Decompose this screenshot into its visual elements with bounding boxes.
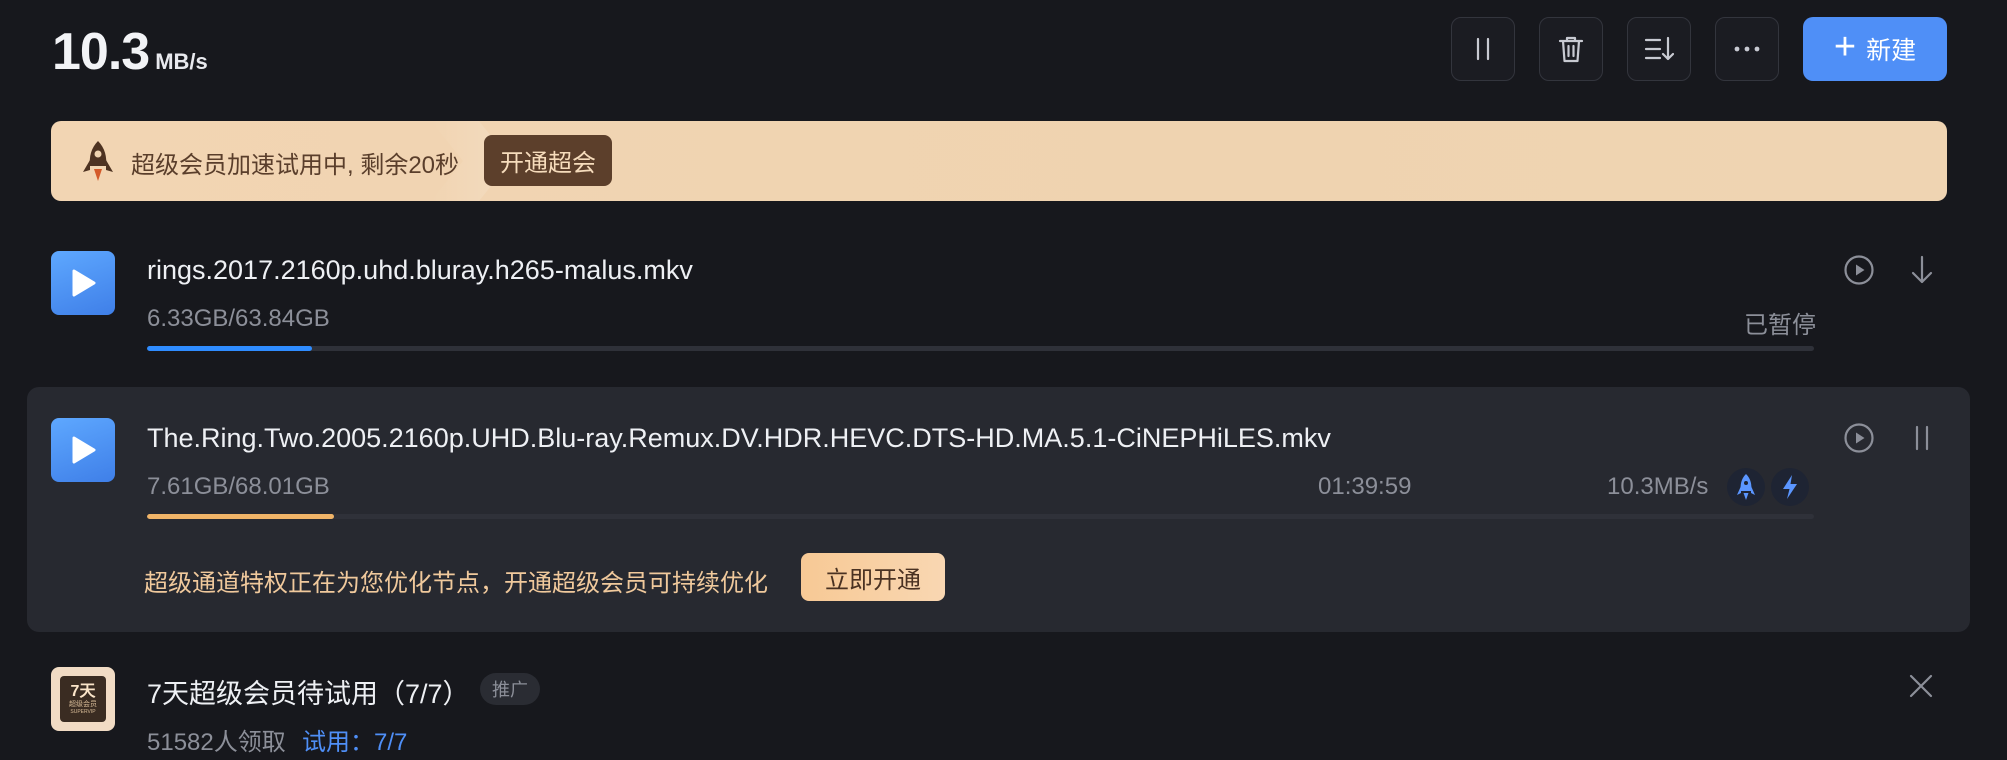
plus-icon: + [1833,26,1857,68]
lightning-icon [1783,475,1797,499]
current-speed: 10.3 MB/s [52,22,208,82]
task-progress-fill [147,346,313,351]
task-filename[interactable]: rings.2017.2160p.uhd.bluray.h265-malus.m… [147,255,693,286]
resume-download-button[interactable] [1909,254,1935,286]
play-button[interactable] [1843,422,1875,454]
task-progress-bar [147,346,1814,351]
task-size: 6.33GB/63.84GB [147,305,330,332]
dismiss-trial-button[interactable] [1907,672,1935,700]
banner-text: 超级会员加速试用中, 剩余20秒 [131,152,460,179]
activate-now-button[interactable]: 立即开通 [801,553,945,601]
pause-icon [1476,37,1490,61]
pause-task-button[interactable] [1909,422,1935,454]
sort-button[interactable] [1627,17,1691,81]
trash-icon [1558,36,1584,63]
new-task-label: 新建 [1866,37,1917,65]
task-status: 已暂停 [1744,312,1816,339]
pause-icon [1915,425,1929,451]
speed-unit: MB/s [155,49,208,74]
rocket-icon [1737,474,1755,500]
play-button[interactable] [1843,254,1875,286]
task-time-left: 01:39:59 [1318,473,1412,500]
trial-icon-big-text: 7天 [70,683,96,700]
trial-icon-tiny-text: SUPERVIP [70,708,96,715]
ad-tag: 推广 [480,673,540,705]
trial-use-link[interactable]: 试用：7/7 [302,722,407,757]
video-file-icon [51,418,115,482]
trial-icon-small-text: 超级会员 [69,700,97,708]
trial-banner: 超级会员加速试用中, 剩余20秒 开通超会 [51,121,1947,201]
task-speed: 10.3MB/s [1607,473,1709,500]
play-triangle-icon [72,436,96,464]
download-arrow-icon [1911,255,1933,284]
speed-value: 10.3 [52,23,150,81]
task-size: 7.61GB/68.01GB [147,473,330,500]
play-circle-icon [1844,423,1874,453]
super-channel-bolt-badge[interactable] [1771,468,1809,506]
svip-7day-icon: 7天 超级会员 SUPERVIP [51,667,115,731]
task-filename[interactable]: The.Ring.Two.2005.2160p.UHD.Blu-ray.Remu… [147,423,1331,454]
close-icon [1909,674,1933,698]
rocket-icon [83,141,113,181]
more-button[interactable] [1715,17,1779,81]
more-icon [1734,46,1760,52]
delete-button[interactable] [1539,17,1603,81]
video-file-icon [51,251,115,315]
sort-icon [1644,36,1674,61]
play-circle-icon [1844,255,1874,285]
super-channel-promo-text: 超级通道特权正在为您优化节点，开通超级会员可持续优化 [144,570,768,597]
trial-title[interactable]: 7天超级会员待试用（7/7） [147,672,470,711]
acceleration-rocket-badge[interactable] [1727,468,1765,506]
trial-claimed-count: 51582人领取 [147,729,286,756]
task-progress-fill [147,514,334,519]
open-svip-button[interactable]: 开通超会 [484,135,612,186]
new-task-button[interactable]: + 新建 [1803,17,1947,81]
pause-all-button[interactable] [1451,17,1515,81]
play-triangle-icon [72,269,96,297]
task-progress-bar [147,514,1814,519]
